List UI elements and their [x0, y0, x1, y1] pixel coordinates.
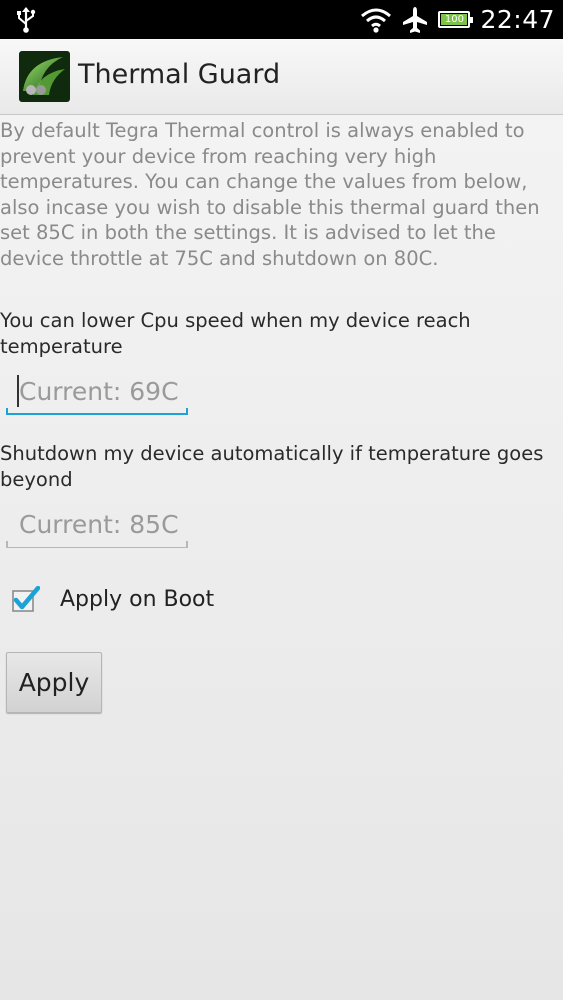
input-underline — [6, 408, 188, 415]
wifi-icon — [361, 8, 392, 33]
app-title: Thermal Guard — [78, 59, 281, 90]
apply-button[interactable]: Apply — [6, 652, 102, 713]
throttle-temperature-input[interactable]: Current: 69C — [6, 375, 188, 415]
apply-on-boot-checkbox[interactable] — [12, 586, 40, 614]
shutdown-label: Shutdown my device automatically if temp… — [0, 442, 544, 491]
battery-icon: 100 — [438, 11, 474, 28]
usb-icon — [17, 7, 36, 33]
shutdown-temperature-input[interactable]: Current: 85C — [6, 508, 188, 548]
intro-description: By default Tegra Thermal control is alwa… — [0, 119, 540, 270]
status-bar: 100 22:47 — [0, 0, 563, 39]
thermal-guard-app-icon[interactable] — [19, 51, 70, 102]
clock: 22:47 — [480, 5, 555, 34]
airplane-icon — [403, 6, 428, 33]
apply-on-boot-label[interactable]: Apply on Boot — [60, 587, 214, 612]
throttle-label: You can lower Cpu speed when my device r… — [0, 309, 471, 358]
input-underline — [6, 541, 188, 548]
shutdown-placeholder: Current: 85C — [19, 510, 179, 539]
action-bar: Thermal Guard — [0, 39, 563, 115]
battery-level: 100 — [444, 14, 464, 25]
throttle-placeholder: Current: 69C — [19, 377, 179, 406]
